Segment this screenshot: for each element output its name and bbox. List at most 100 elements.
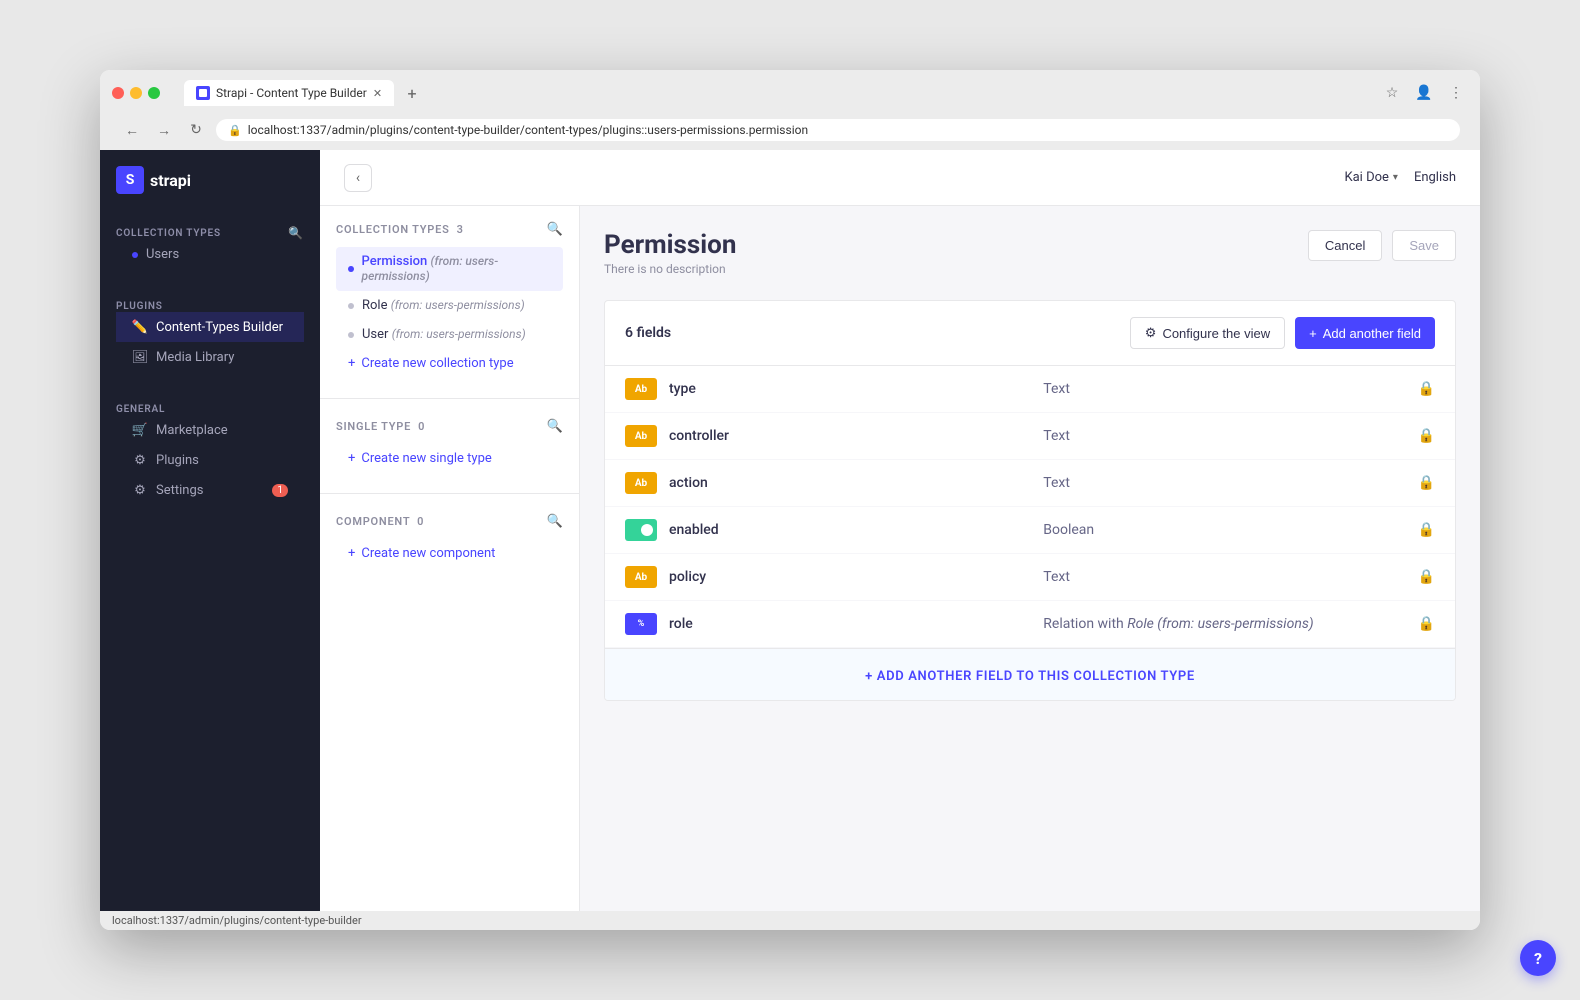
field-row-action: Ab action Text 🔒 bbox=[605, 460, 1455, 507]
strapi-logo: S strapi bbox=[116, 166, 191, 194]
field-row-role: % role Relation with Role (from: users-p… bbox=[605, 601, 1455, 648]
field-icon-controller: Ab bbox=[625, 425, 657, 447]
plus-add-icon: + bbox=[1309, 326, 1317, 341]
field-icon-policy: Ab bbox=[625, 566, 657, 588]
sidebar-section-general: GENERAL 🛒 Marketplace ⚙ Plugins ⚙ Settin… bbox=[100, 388, 320, 521]
lock-icon-controller: 🔒 bbox=[1418, 428, 1435, 444]
create-component-link[interactable]: + Create new component bbox=[336, 539, 563, 568]
content-title-block: Permission There is no description bbox=[604, 230, 736, 276]
configure-icon: ⚙ bbox=[1145, 325, 1157, 341]
panel-item-user-label: User (from: users-permissions) bbox=[362, 327, 526, 342]
create-single-type-link[interactable]: + Create new single type bbox=[336, 444, 563, 473]
right-panel: Permission There is no description Cance… bbox=[580, 206, 1480, 911]
tab-close-button[interactable]: ✕ bbox=[373, 87, 382, 100]
bullet-active-icon bbox=[348, 266, 354, 272]
tab-favicon bbox=[196, 86, 210, 100]
user-chevron-icon: ▾ bbox=[1393, 172, 1398, 183]
sidebar-item-content-types-builder[interactable]: ✏️ Content-Types Builder bbox=[116, 312, 304, 342]
field-name-enabled: enabled bbox=[669, 522, 1043, 538]
field-name-policy: policy bbox=[669, 569, 1043, 585]
user-info[interactable]: Kai Doe ▾ bbox=[1344, 170, 1397, 185]
panel-item-permission[interactable]: Permission (from: users-permissions) bbox=[336, 247, 563, 291]
add-field-footer-link[interactable]: + ADD ANOTHER FIELD TO THIS COLLECTION T… bbox=[865, 669, 1195, 684]
lock-icon: 🔒 bbox=[228, 124, 242, 137]
bookmark-icon[interactable]: ☆ bbox=[1380, 81, 1404, 105]
panel-search-single-icon[interactable]: 🔍 bbox=[547, 419, 563, 434]
pencil-icon: ✏️ bbox=[132, 319, 148, 335]
back-button[interactable]: ‹ bbox=[344, 164, 372, 192]
browser-tab[interactable]: Strapi - Content Type Builder ✕ bbox=[184, 80, 394, 106]
create-collection-type-link[interactable]: + Create new collection type bbox=[336, 349, 563, 378]
address-bar[interactable]: 🔒 localhost:1337/admin/plugins/content-t… bbox=[216, 119, 1460, 141]
sidebar-item-users[interactable]: Users bbox=[116, 240, 304, 269]
plus-icon2: + bbox=[348, 451, 355, 466]
strapi-logo-icon: S bbox=[116, 166, 144, 194]
sidebar-item-media-library[interactable]: 🖼 Media Library bbox=[116, 342, 304, 372]
minimize-window-button[interactable] bbox=[130, 87, 142, 99]
language-button[interactable]: English bbox=[1414, 170, 1456, 185]
panel-single-type-title: SINGLE TYPE 0 bbox=[336, 420, 425, 433]
panel-item-role[interactable]: Role (from: users-permissions) bbox=[336, 291, 563, 320]
lock-icon-action: 🔒 bbox=[1418, 475, 1435, 491]
bullet-inactive-icon bbox=[348, 303, 354, 309]
browser-controls: Strapi - Content Type Builder ✕ + ☆ 👤 ⋮ bbox=[112, 80, 1468, 106]
sidebar-item-marketplace[interactable]: 🛒 Marketplace bbox=[116, 415, 304, 445]
plus-icon3: + bbox=[348, 546, 355, 561]
help-button[interactable]: ? bbox=[1520, 940, 1556, 976]
panel-search-component-icon[interactable]: 🔍 bbox=[547, 514, 563, 529]
field-type-type: Text bbox=[1043, 381, 1417, 397]
header-right: Kai Doe ▾ English bbox=[1344, 170, 1456, 185]
panel-item-user[interactable]: User (from: users-permissions) bbox=[336, 320, 563, 349]
configure-view-button[interactable]: ⚙ Configure the view bbox=[1130, 317, 1285, 349]
menu-icon[interactable]: ⋮ bbox=[1444, 81, 1468, 105]
forward-nav-button[interactable]: → bbox=[152, 118, 176, 142]
lock-icon-type: 🔒 bbox=[1418, 381, 1435, 397]
field-type-enabled: Boolean bbox=[1043, 522, 1417, 538]
content-header: Permission There is no description Cance… bbox=[604, 230, 1456, 276]
toggle-circle bbox=[641, 524, 653, 536]
bullet-icon bbox=[132, 252, 138, 258]
maximize-window-button[interactable] bbox=[148, 87, 160, 99]
fields-actions: ⚙ Configure the view + Add another field bbox=[1130, 317, 1435, 349]
panel-divider-2 bbox=[320, 493, 579, 494]
field-icon-action: Ab bbox=[625, 472, 657, 494]
panel-divider-1 bbox=[320, 398, 579, 399]
fields-header: 6 fields ⚙ Configure the view + Add anot… bbox=[605, 301, 1455, 366]
status-url: localhost:1337/admin/plugins/content-typ… bbox=[112, 914, 362, 927]
panel-item-role-label: Role (from: users-permissions) bbox=[362, 298, 525, 313]
app-window: Strapi - Content Type Builder ✕ + ☆ 👤 ⋮ … bbox=[100, 70, 1480, 930]
app-body: S strapi COLLECTION TYPES 🔍 Users PLUGIN… bbox=[100, 150, 1480, 911]
panel-component-title: COMPONENT 0 bbox=[336, 515, 424, 528]
panel-component-header: COMPONENT 0 🔍 bbox=[336, 514, 563, 529]
content-area: COLLECTION TYPES 3 🔍 Permission (from: u… bbox=[320, 206, 1480, 911]
content-title: Permission bbox=[604, 230, 736, 260]
field-type-role: Relation with Role (from: users-permissi… bbox=[1043, 616, 1417, 632]
sidebar-search-collection-icon[interactable]: 🔍 bbox=[288, 226, 304, 240]
sidebar-item-settings[interactable]: ⚙ Settings 1 bbox=[116, 475, 304, 505]
lock-icon-policy: 🔒 bbox=[1418, 569, 1435, 585]
panel-search-collection-icon[interactable]: 🔍 bbox=[547, 222, 563, 237]
new-tab-button[interactable]: + bbox=[400, 81, 424, 105]
field-name-role: role bbox=[669, 616, 1043, 632]
field-name-controller: controller bbox=[669, 428, 1043, 444]
browser-actions: ☆ 👤 ⋮ bbox=[1380, 81, 1468, 105]
panel-single-type: SINGLE TYPE 0 🔍 + Create new single type bbox=[320, 403, 579, 489]
back-nav-button[interactable]: ← bbox=[120, 118, 144, 142]
profile-icon[interactable]: 👤 bbox=[1412, 81, 1436, 105]
header-left: ‹ bbox=[344, 164, 372, 192]
sidebar-section-collection-types: COLLECTION TYPES 🔍 Users bbox=[100, 210, 320, 285]
sidebar-section-title-plugins: PLUGINS bbox=[116, 301, 304, 312]
field-name-action: action bbox=[669, 475, 1043, 491]
sidebar-item-plugins[interactable]: ⚙ Plugins bbox=[116, 445, 304, 475]
cancel-button[interactable]: Cancel bbox=[1308, 230, 1382, 261]
close-window-button[interactable] bbox=[112, 87, 124, 99]
panel-collection-types: COLLECTION TYPES 3 🔍 Permission (from: u… bbox=[320, 206, 579, 394]
save-button[interactable]: Save bbox=[1392, 230, 1456, 261]
sidebar-logo: S strapi bbox=[100, 150, 320, 210]
add-field-footer[interactable]: + ADD ANOTHER FIELD TO THIS COLLECTION T… bbox=[605, 648, 1455, 700]
add-field-button[interactable]: + Add another field bbox=[1295, 317, 1435, 349]
traffic-lights bbox=[112, 87, 160, 99]
refresh-button[interactable]: ↻ bbox=[184, 118, 208, 142]
tab-title: Strapi - Content Type Builder bbox=[216, 86, 367, 100]
lock-icon-enabled: 🔒 bbox=[1418, 522, 1435, 538]
